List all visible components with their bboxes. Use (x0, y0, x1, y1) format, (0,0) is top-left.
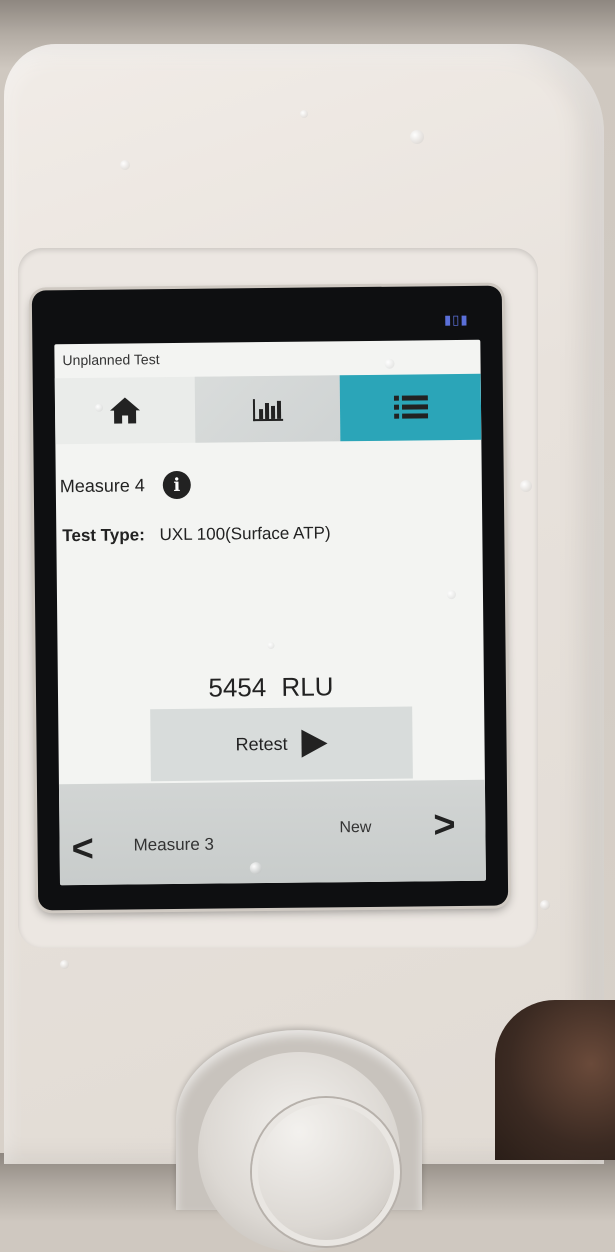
result-value: 5454 (208, 672, 267, 703)
retest-label: Retest (235, 733, 288, 754)
water-droplet (267, 641, 275, 650)
device-screen: Unplanned Test Measure 4 i Test Type: UX… (54, 339, 486, 886)
test-type-row: Test Type: UXL 100(Surface ATP) (62, 523, 330, 546)
tab-home[interactable] (55, 377, 196, 444)
play-icon (301, 729, 328, 758)
tab-chart[interactable] (194, 375, 341, 443)
water-droplet (300, 110, 308, 118)
battery-icon: ▮▯▮ (444, 311, 469, 328)
tab-list[interactable] (339, 373, 482, 442)
water-droplet (94, 403, 104, 412)
measure-label: Measure 4 (59, 474, 145, 496)
info-icon[interactable]: i (162, 470, 192, 500)
list-icon (393, 395, 428, 419)
hand (495, 1000, 615, 1160)
previous-measure-button[interactable]: Measure 3 (133, 835, 214, 856)
page-title: Unplanned Test (62, 351, 160, 369)
chevron-left-icon[interactable]: < (71, 828, 94, 871)
dial-ring (252, 1098, 400, 1246)
control-dial[interactable] (176, 1030, 422, 1252)
water-droplet (384, 358, 395, 369)
dial-face (198, 1052, 400, 1252)
water-droplet (249, 862, 262, 875)
bottom-navigation: < Measure 3 New > (58, 779, 486, 886)
result-unit: RLU (281, 671, 334, 702)
result-reading: 5454 RLU (58, 670, 484, 705)
test-type-value: UXL 100(Surface ATP) (159, 523, 331, 545)
water-droplet (120, 160, 130, 170)
toolbar (54, 373, 482, 445)
water-droplet (60, 960, 69, 969)
measure-header: Measure 4 i (59, 470, 192, 500)
water-droplet (410, 130, 424, 144)
home-icon (110, 397, 141, 424)
test-type-label: Test Type: (62, 525, 145, 546)
water-droplet (540, 900, 550, 910)
chevron-right-icon[interactable]: > (433, 804, 456, 847)
water-droplet (446, 590, 457, 600)
water-droplet (520, 480, 532, 492)
retest-button[interactable]: Retest (150, 706, 413, 782)
screen-bezel: ▮▯▮ Unplanned Test Measure 4 i Test Type… (31, 285, 509, 911)
bar-chart-icon (252, 399, 283, 422)
new-measure-button[interactable]: New (339, 819, 371, 837)
